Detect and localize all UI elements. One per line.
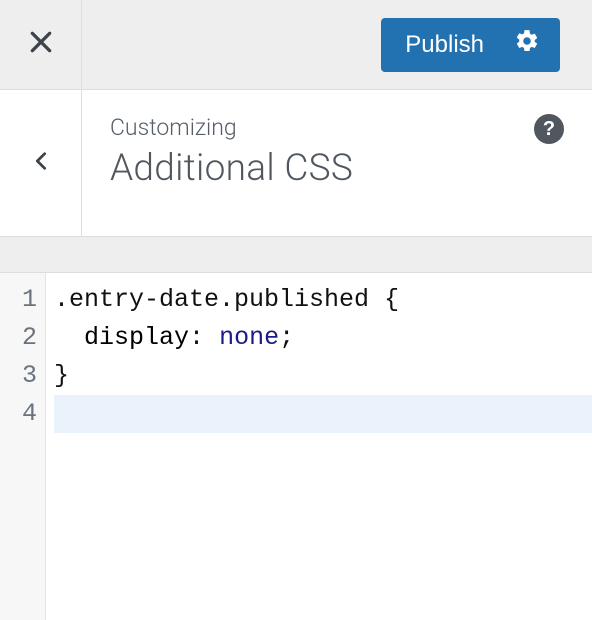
token-indent — [54, 323, 84, 352]
publish-settings-toggle[interactable] — [506, 28, 560, 61]
line-number: 2 — [0, 319, 37, 357]
separator-bar — [0, 237, 592, 273]
gear-icon — [514, 28, 540, 61]
section-header: Customizing Additional CSS ? — [0, 90, 592, 237]
section-titles: Customizing Additional CSS ? — [82, 90, 592, 236]
code-line: } — [54, 357, 592, 395]
token-brace: { — [369, 285, 399, 314]
token-semicolon: ; — [279, 323, 294, 352]
code-line: .entry-date.published { — [54, 281, 592, 319]
help-button[interactable]: ? — [534, 114, 564, 144]
chevron-left-icon — [30, 146, 52, 180]
code-area[interactable]: .entry-date.published { display: none; } — [46, 273, 592, 620]
help-icon: ? — [543, 118, 555, 141]
token-selector: .entry-date.published — [54, 285, 369, 314]
token-colon: : — [189, 323, 219, 352]
customizer-topbar: Publish — [0, 0, 592, 90]
back-button[interactable] — [0, 90, 82, 236]
css-editor[interactable]: 1 2 3 4 .entry-date.published { display:… — [0, 273, 592, 620]
token-value: none — [219, 323, 279, 352]
token-brace: } — [54, 361, 69, 390]
line-number-gutter: 1 2 3 4 — [0, 273, 46, 620]
close-button[interactable] — [0, 0, 82, 90]
code-line-active — [54, 395, 592, 433]
token-property: display — [84, 323, 189, 352]
breadcrumb: Customizing — [110, 114, 572, 141]
page-title: Additional CSS — [110, 147, 572, 190]
line-number: 1 — [0, 281, 37, 319]
publish-button[interactable]: Publish — [381, 18, 560, 72]
line-number: 4 — [0, 395, 37, 433]
line-number: 3 — [0, 357, 37, 395]
code-line: display: none; — [54, 319, 592, 357]
close-icon — [28, 29, 54, 59]
publish-button-label: Publish — [381, 31, 506, 59]
